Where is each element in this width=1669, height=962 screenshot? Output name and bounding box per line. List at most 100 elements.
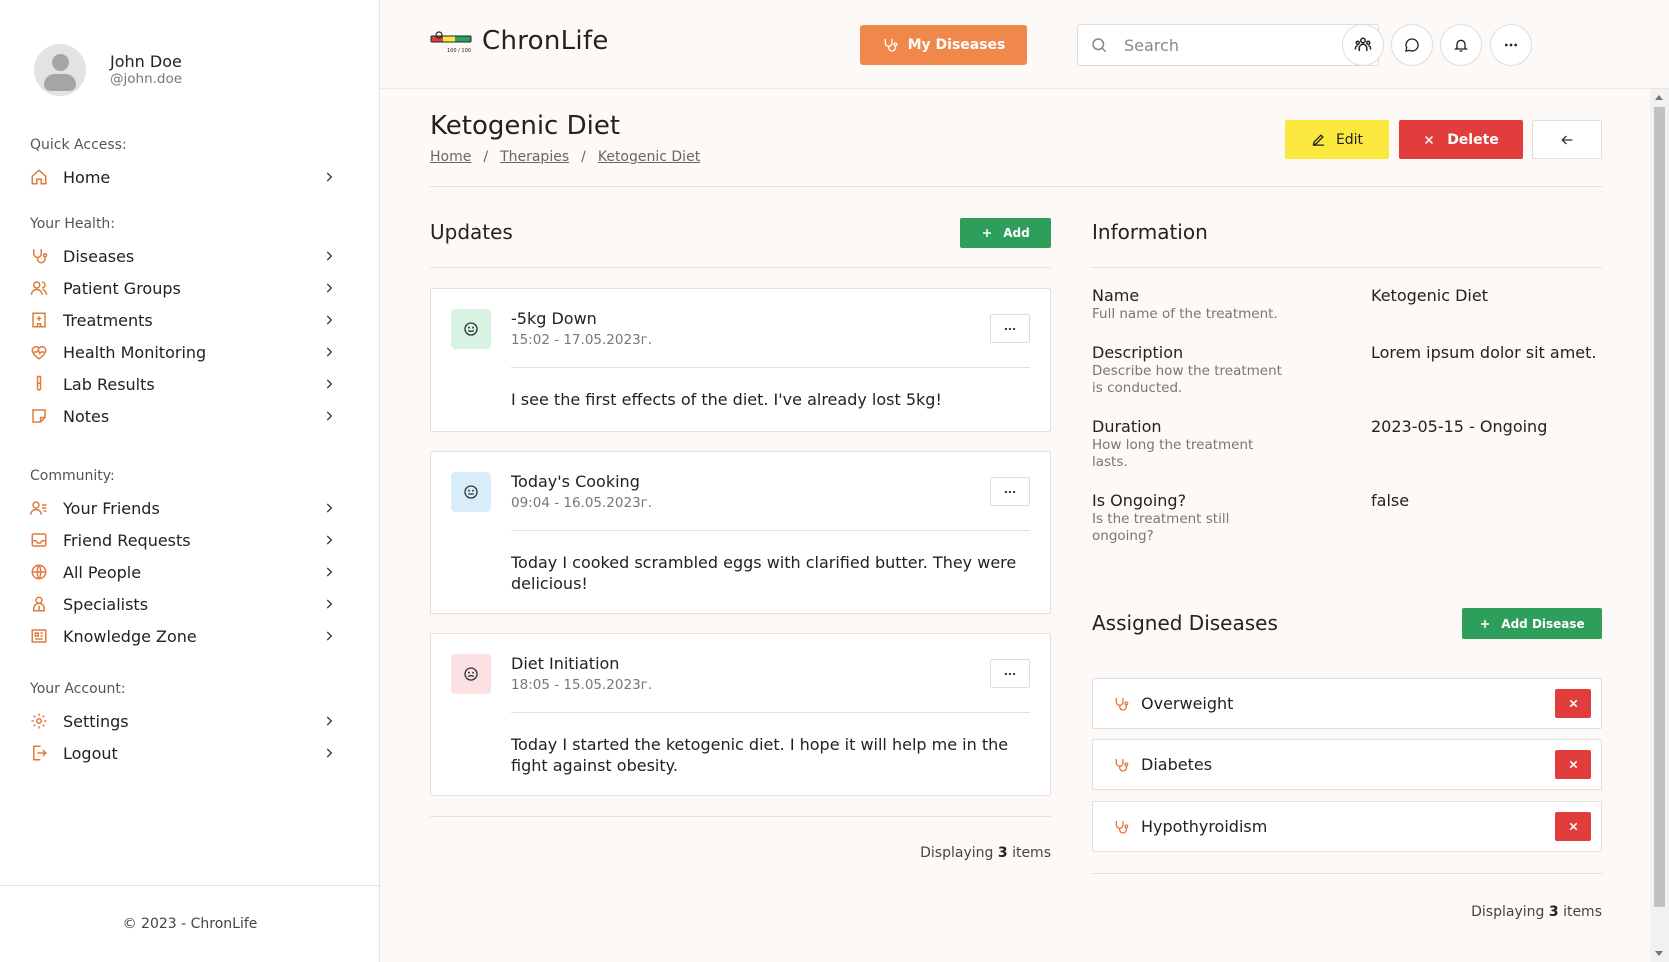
heart-pulse-icon [30, 343, 48, 361]
ellipsis-icon [1003, 485, 1017, 499]
assigned-disease-item[interactable]: Diabetes [1092, 739, 1602, 790]
sidebar-item-logout[interactable]: Logout [30, 737, 348, 769]
assigned-disease-item[interactable]: Hypothyroidism [1092, 801, 1602, 852]
update-card: Diet Initiation 18:05 - 15.05.2023г. Tod… [430, 633, 1051, 796]
info-value: Ketogenic Diet [1371, 286, 1488, 305]
sidebar-item-label: Settings [63, 711, 129, 731]
information-title: Information [1092, 220, 1208, 244]
sidebar-item-friend-requests[interactable]: Friend Requests [30, 524, 348, 556]
nav-heading: Community: [30, 468, 115, 484]
chevron-right-icon [322, 714, 336, 728]
add-update-button[interactable]: Add [960, 218, 1051, 248]
notifications-button[interactable] [1440, 24, 1482, 66]
user-profile[interactable]: John Doe @john.doe [34, 44, 182, 96]
sidebar-item-specialists[interactable]: Specialists [30, 588, 348, 620]
bell-icon [1453, 37, 1469, 53]
sidebar-item-patient-groups[interactable]: Patient Groups [30, 272, 348, 304]
nav-heading: Your Account: [30, 681, 126, 697]
info-value: Lorem ipsum dolor sit amet. [1371, 343, 1597, 362]
chevron-right-icon [322, 345, 336, 359]
remove-disease-button[interactable] [1555, 812, 1591, 841]
assigned-disease-item[interactable]: Overweight [1092, 678, 1602, 729]
sidebar-item-label: Knowledge Zone [63, 626, 197, 646]
info-value: false [1371, 491, 1410, 510]
arrow-left-icon [1559, 132, 1575, 148]
sidebar-item-health-monitoring[interactable]: Health Monitoring [30, 336, 348, 368]
displaying-prefix: Displaying [920, 845, 994, 861]
chevron-right-icon [322, 533, 336, 547]
group-icon [1354, 36, 1372, 54]
update-body: Today I cooked scrambled eggs with clari… [511, 553, 1017, 593]
sidebar-item-your-friends[interactable]: Your Friends [30, 492, 348, 524]
nav-section-your-health: Your Health: Diseases Patient Groups Tre… [30, 214, 348, 432]
update-options-button[interactable] [990, 477, 1030, 506]
breadcrumb-current[interactable]: Ketogenic Diet [598, 149, 700, 165]
page-scrollbar[interactable] [1650, 89, 1669, 962]
sidebar-item-diseases[interactable]: Diseases [30, 240, 348, 272]
breadcrumb-therapies[interactable]: Therapies [500, 149, 569, 165]
info-description: Describe how the treatment is conducted. [1092, 363, 1282, 396]
globe-icon [30, 563, 48, 581]
back-button[interactable] [1532, 120, 1602, 159]
update-time: 09:04 - 16.05.2023г. [511, 495, 653, 511]
update-title: Today's Cooking [511, 472, 640, 491]
update-options-button[interactable] [990, 659, 1030, 688]
update-options-button[interactable] [990, 314, 1030, 343]
sidebar-item-label: Friend Requests [63, 530, 191, 550]
remove-disease-button[interactable] [1555, 689, 1591, 718]
nav-heading: Quick Access: [30, 137, 127, 153]
note-icon [30, 407, 48, 425]
sidebar-item-label: Notes [63, 406, 110, 426]
sidebar-item-label: Your Friends [63, 498, 160, 518]
sidebar-item-settings[interactable]: Settings [30, 705, 348, 737]
update-card: -5kg Down 15:02 - 17.05.2023г. I see the… [430, 288, 1051, 432]
breadcrumb-home[interactable]: Home [430, 149, 471, 165]
info-description: Is the treatment still ongoing? [1092, 511, 1230, 544]
stethoscope-icon [30, 247, 48, 265]
chevron-right-icon [322, 746, 336, 760]
scroll-down-arrow-icon[interactable] [1655, 951, 1663, 956]
disease-name: Overweight [1141, 694, 1234, 713]
messages-button[interactable] [1391, 24, 1433, 66]
displaying-suffix: items [1012, 845, 1051, 861]
search-input[interactable] [1124, 35, 1364, 55]
chevron-right-icon [322, 313, 336, 327]
info-description: How long the treatment lasts. [1092, 437, 1254, 470]
add-disease-button[interactable]: Add Disease [1462, 608, 1602, 639]
sidebar-item-home[interactable]: Home [30, 161, 348, 193]
add-disease-label: Add Disease [1501, 616, 1585, 631]
displaying-suffix: items [1563, 904, 1602, 920]
disease-name: Hypothyroidism [1141, 817, 1268, 836]
delete-button[interactable]: Delete [1399, 120, 1523, 159]
sidebar-item-all-people[interactable]: All People [30, 556, 348, 588]
groups-button[interactable] [1342, 24, 1384, 66]
search-box[interactable] [1077, 24, 1379, 66]
logo[interactable]: 100 / 100 ChronLife [430, 26, 609, 56]
more-options-button[interactable] [1490, 24, 1532, 66]
info-label: Name [1092, 286, 1140, 305]
sidebar-item-knowledge-zone[interactable]: Knowledge Zone [30, 620, 348, 652]
gear-icon [30, 712, 48, 730]
close-icon [1568, 759, 1579, 770]
chat-bubble-icon [1404, 37, 1420, 53]
pencil-icon [1311, 132, 1326, 147]
info-row-duration: Duration How long the treatment lasts. 2… [1092, 417, 1602, 471]
neutral-face-icon [451, 472, 491, 512]
chevron-right-icon [322, 629, 336, 643]
sidebar-item-treatments[interactable]: Treatments [30, 304, 348, 336]
ellipsis-icon [1003, 322, 1017, 336]
edit-button[interactable]: Edit [1285, 120, 1389, 159]
displaying-count: 3 [997, 845, 1008, 861]
delete-label: Delete [1447, 131, 1499, 148]
scrollbar-thumb[interactable] [1654, 107, 1665, 907]
remove-disease-button[interactable] [1555, 750, 1591, 779]
sidebar-item-lab-results[interactable]: Lab Results [30, 368, 348, 400]
update-time: 18:05 - 15.05.2023г. [511, 677, 653, 693]
sidebar-item-notes[interactable]: Notes [30, 400, 348, 432]
update-card: Today's Cooking 09:04 - 16.05.2023г. Tod… [430, 451, 1051, 614]
chevron-right-icon [322, 409, 336, 423]
scroll-up-arrow-icon[interactable] [1655, 95, 1663, 100]
my-diseases-button[interactable]: My Diseases [860, 25, 1027, 65]
search-icon [1090, 36, 1108, 54]
sidebar-item-label: Diseases [63, 246, 135, 266]
